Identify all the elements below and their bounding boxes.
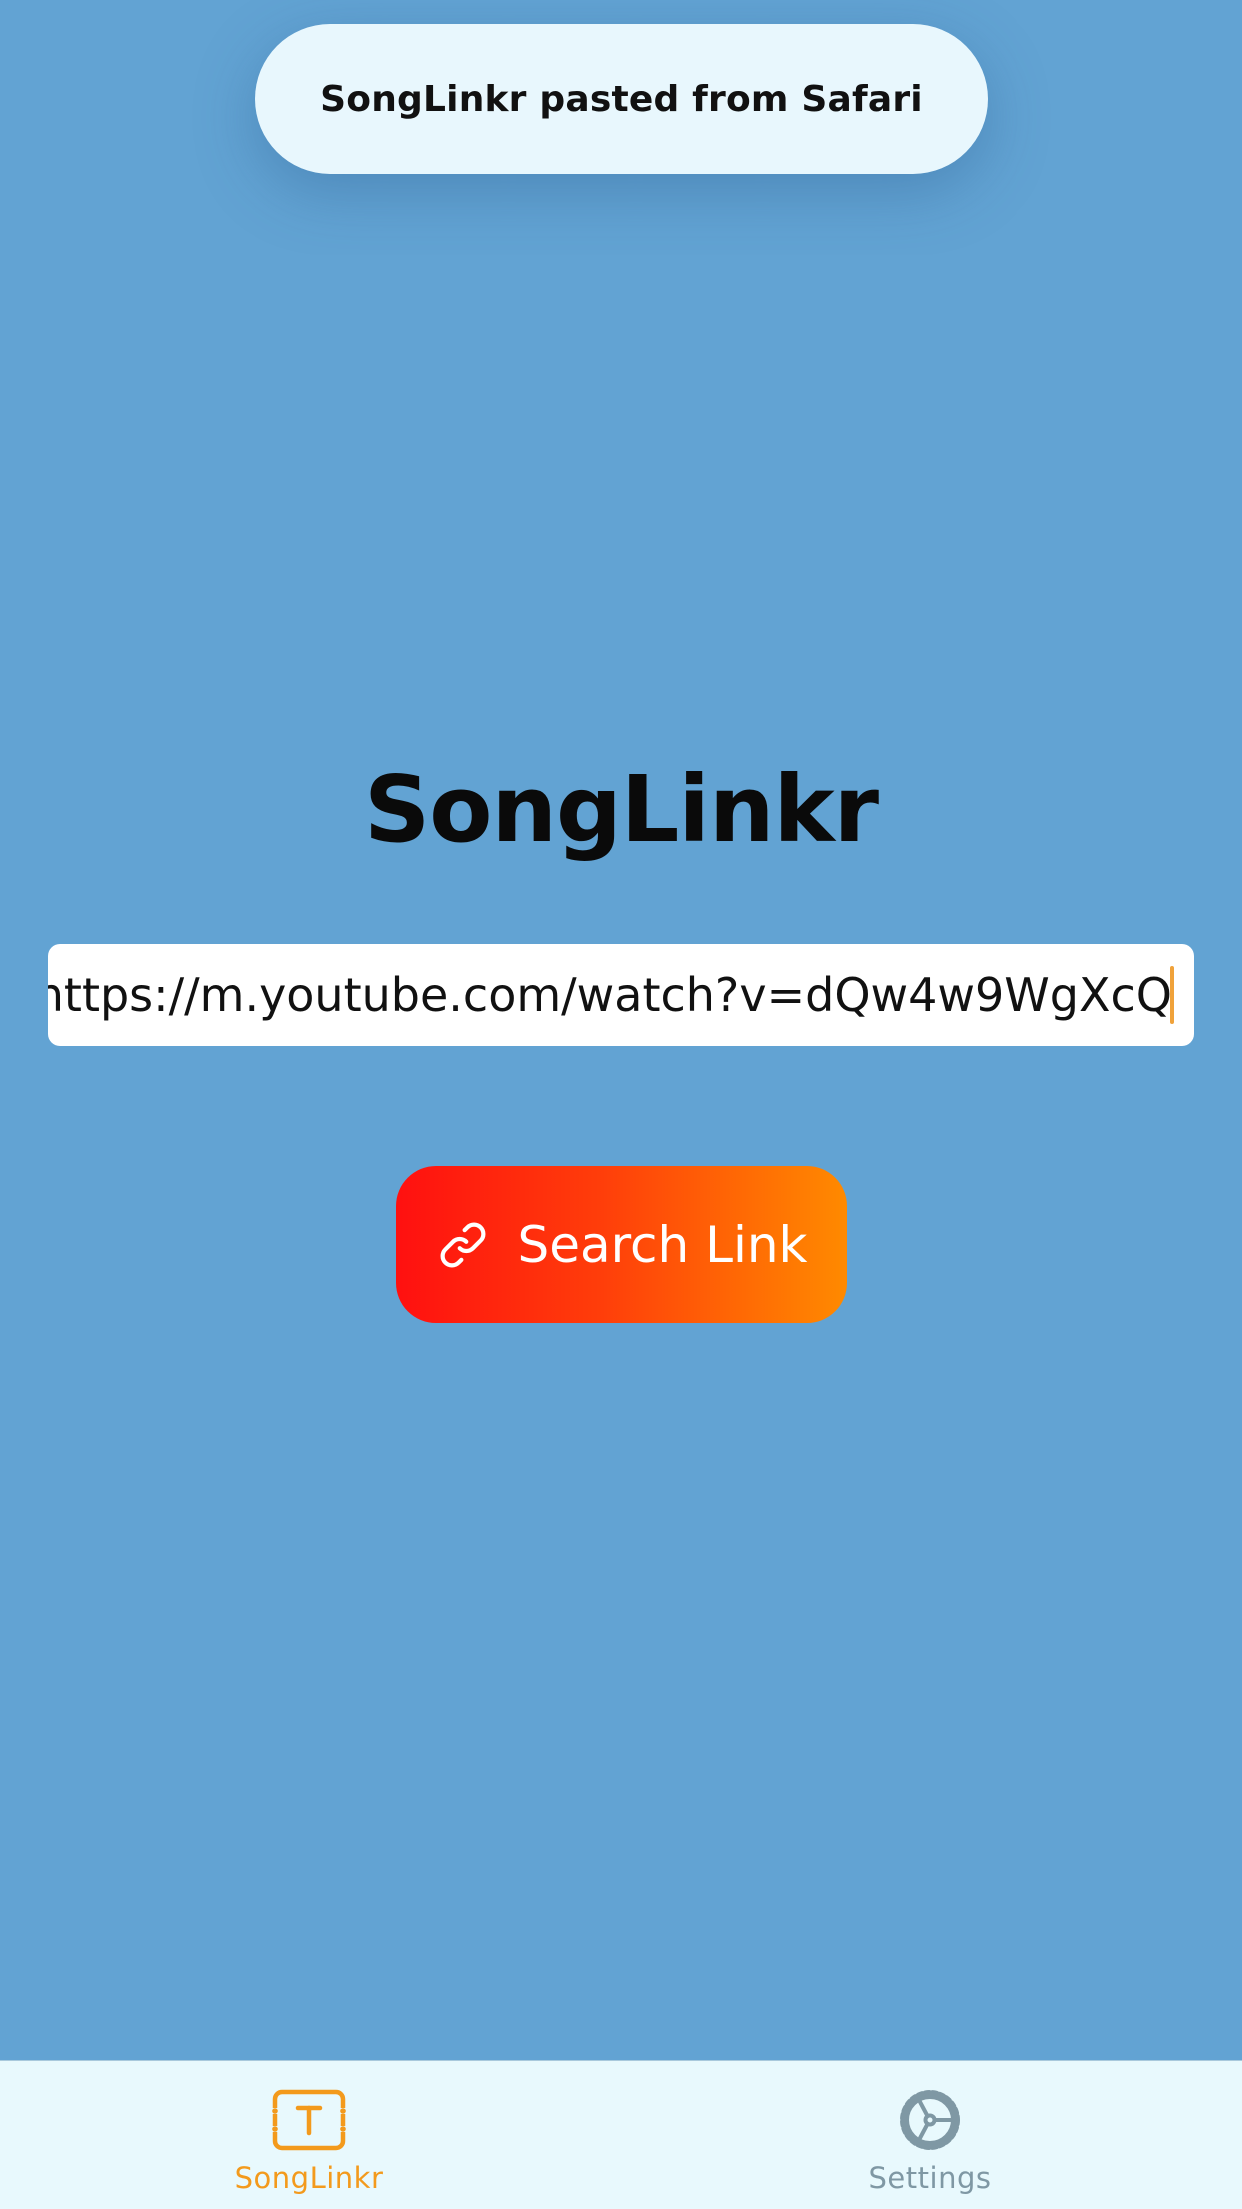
tab-bar: SongLinkr Settings (0, 2060, 1242, 2209)
toast-message: SongLinkr pasted from Safari (320, 78, 923, 120)
paste-toast: SongLinkr pasted from Safari (255, 24, 988, 174)
songlinkr-tab-icon (269, 2089, 349, 2151)
search-link-button[interactable]: Search Link (396, 1166, 847, 1323)
link-icon (440, 1222, 486, 1267)
page-title: SongLinkr (363, 756, 879, 863)
url-field[interactable]: https://m.youtube.com/watch?v=dQw4w9WgXc… (48, 944, 1194, 1046)
search-link-label: Search Link (517, 1215, 808, 1274)
text-caret (1170, 966, 1174, 1024)
tab-label-songlinkr: SongLinkr (234, 2161, 384, 2195)
tab-songlinkr[interactable]: SongLinkr (159, 2061, 459, 2209)
tab-settings[interactable]: Settings (780, 2061, 1080, 2209)
app-screen: SongLinkr pasted from Safari SongLinkr h… (0, 0, 1242, 2209)
settings-gear-icon (900, 2090, 960, 2150)
tab-label-settings: Settings (868, 2161, 992, 2195)
url-input[interactable]: https://m.youtube.com/watch?v=dQw4w9WgXc… (48, 944, 1172, 1046)
